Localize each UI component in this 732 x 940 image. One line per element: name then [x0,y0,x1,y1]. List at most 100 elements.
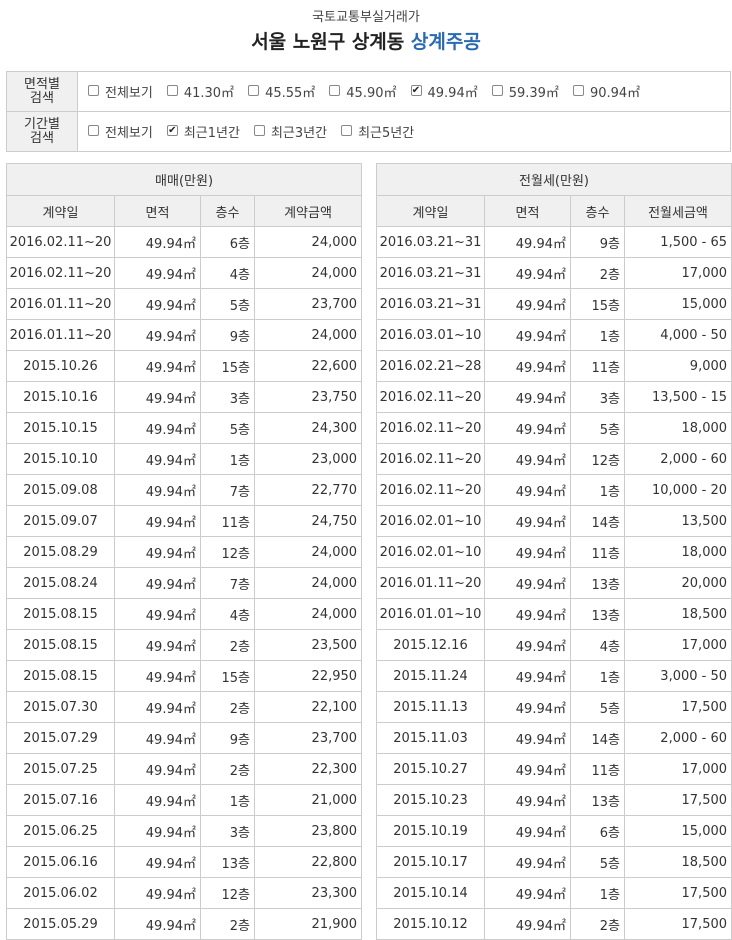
sale-cell-floor: 5층 [200,288,255,320]
rent-cell-floor: 1층 [570,474,625,506]
sale-cell-price: 24,000 [253,536,363,568]
area-filter-checkbox[interactable] [88,85,99,96]
rent-cell-contract-date: 2016.02.01~10 [376,536,485,568]
table-row: 2015.11.24 49.94㎡ 1층 3,000 - 50 [376,660,732,692]
area-filter-checkbox[interactable] [166,85,178,96]
period-filter-option-label: 최근3년간 [270,126,328,141]
period-filter-checkbox[interactable] [253,125,265,136]
period-filter-option[interactable]: 최근3년간 [253,122,328,141]
table-row: 2015.08.29 49.94㎡ 12층 24,000 [6,536,363,568]
table-row: 2016.03.21~31 49.94㎡ 9층 1,500 - 65 [376,226,732,258]
rent-cell-price: 2,000 - 60 [623,722,732,754]
area-filter-checkbox[interactable] [329,85,341,96]
rent-cell-contract-date: 2015.11.03 [376,722,485,754]
area-filter-option[interactable]: 45.55㎡ [248,82,315,101]
sale-cell-floor: 1층 [200,784,255,816]
rent-cell-contract-date: 2015.10.27 [376,753,485,785]
table-row: 2015.06.02 49.94㎡ 12층 23,300 [6,877,363,909]
table-row: 2015.10.26 49.94㎡ 15층 22,600 [6,350,363,382]
period-filter-label-line1: 기간별 [24,116,60,132]
rent-cell-contract-date: 2015.11.24 [376,660,485,692]
area-filter-option[interactable]: 59.39㎡ [491,82,559,101]
period-filter-label-line2: 검색 [30,130,54,146]
sale-cell-contract-date: 2016.01.11~20 [6,288,115,320]
area-filter-option[interactable]: ✔ 49.94㎡ [410,82,478,101]
sale-column-header: 층수 [200,195,255,227]
sale-cell-price: 23,300 [253,877,363,909]
sale-cell-floor: 9층 [200,319,255,351]
sale-cell-price: 23,500 [253,629,363,661]
rent-cell-contract-date: 2016.01.11~20 [376,567,485,599]
rent-cell-area: 49.94㎡ [484,381,571,413]
rent-table-caption: 전월세(만원) [375,163,732,196]
area-filter-checkbox[interactable] [491,85,503,96]
period-filter-checkbox[interactable]: ✔ [166,125,178,136]
sale-cell-floor: 4층 [200,598,255,630]
area-filter-option-label: 90.94㎡ [589,86,641,101]
table-row: 2016.01.11~20 49.94㎡ 5층 23,700 [6,288,363,320]
rent-table-header-row: 계약일 면적 층수 전월세금액 [376,195,732,227]
rent-cell-area: 49.94㎡ [484,474,571,506]
rent-cell-area: 49.94㎡ [484,288,571,320]
sale-cell-contract-date: 2015.06.16 [6,846,115,878]
sale-cell-floor: 12층 [200,877,255,909]
sale-cell-area: 49.94㎡ [114,536,201,568]
area-filter-checkbox[interactable] [572,85,584,96]
sale-cell-contract-date: 2016.02.11~20 [6,226,115,258]
rent-cell-area: 49.94㎡ [484,567,571,599]
table-row: 2015.06.25 49.94㎡ 3층 23,800 [6,815,363,847]
area-filter-checkbox[interactable]: ✔ [410,85,422,96]
rent-cell-area: 49.94㎡ [484,629,571,661]
area-filter-option[interactable]: 45.90㎡ [329,82,397,101]
rent-column-header: 전월세금액 [623,195,732,227]
table-row: 2015.08.15 49.94㎡ 15층 22,950 [6,660,363,692]
rent-cell-area: 49.94㎡ [484,908,571,940]
rent-cell-floor: 2층 [570,908,625,940]
rent-cell-area: 49.94㎡ [484,412,571,444]
period-filter-checkbox[interactable] [341,125,353,136]
sale-cell-floor: 1층 [200,443,255,475]
sale-cell-price: 22,100 [253,691,363,723]
period-filter-checkbox[interactable] [88,125,99,136]
area-filter-label: 면적별 검색 [6,71,78,112]
sale-column-header: 면적 [114,195,201,227]
sale-cell-price: 24,000 [253,567,363,599]
area-filter-option[interactable]: 90.94㎡ [572,82,641,101]
rent-cell-floor: 2층 [570,257,625,289]
sale-cell-price: 22,800 [253,846,363,878]
area-filter-option-label: 49.94㎡ [427,86,478,101]
period-filter-option[interactable]: 최근5년간 [341,122,414,141]
sale-cell-contract-date: 2015.06.02 [6,877,115,909]
table-row: 2015.11.13 49.94㎡ 5층 17,500 [376,691,732,723]
sale-cell-floor: 3층 [200,381,255,413]
area-filter-option[interactable]: 전체보기 [88,82,153,101]
table-row: 2015.08.15 49.94㎡ 2층 23,500 [6,629,363,661]
sale-column-header: 계약금액 [253,195,363,227]
rent-cell-price: 17,500 [623,877,732,909]
rent-cell-floor: 15층 [570,288,625,320]
rent-cell-contract-date: 2016.03.21~31 [376,226,485,258]
sale-cell-floor: 2층 [200,691,255,723]
sale-cell-floor: 13층 [200,846,255,878]
rent-cell-contract-date: 2015.10.14 [376,877,485,909]
table-row: 2015.08.24 49.94㎡ 7층 24,000 [6,567,363,599]
table-row: 2015.09.08 49.94㎡ 7층 22,770 [6,474,363,506]
area-filter-option[interactable]: 41.30㎡ [166,82,234,101]
sale-cell-price: 22,600 [253,350,363,382]
table-row: 2015.10.16 49.94㎡ 3층 23,750 [6,381,363,413]
rent-cell-area: 49.94㎡ [484,505,571,537]
sale-cell-contract-date: 2015.10.16 [6,381,115,413]
period-filter-option[interactable]: ✔ 최근1년간 [166,122,240,141]
sale-cell-area: 49.94㎡ [114,877,201,909]
table-row: 2015.07.16 49.94㎡ 1층 21,000 [6,784,363,816]
period-filter-option[interactable]: 전체보기 [88,122,153,141]
sale-cell-contract-date: 2015.07.30 [6,691,115,723]
area-filter-checkbox[interactable] [248,85,260,96]
sale-cell-area: 49.94㎡ [114,567,201,599]
rent-cell-area: 49.94㎡ [484,660,571,692]
rent-cell-price: 17,500 [623,784,732,816]
sale-cell-price: 24,300 [253,412,363,444]
sale-cell-area: 49.94㎡ [114,598,201,630]
table-row: 2015.06.16 49.94㎡ 13층 22,800 [6,846,363,878]
rent-cell-price: 9,000 [623,350,732,382]
